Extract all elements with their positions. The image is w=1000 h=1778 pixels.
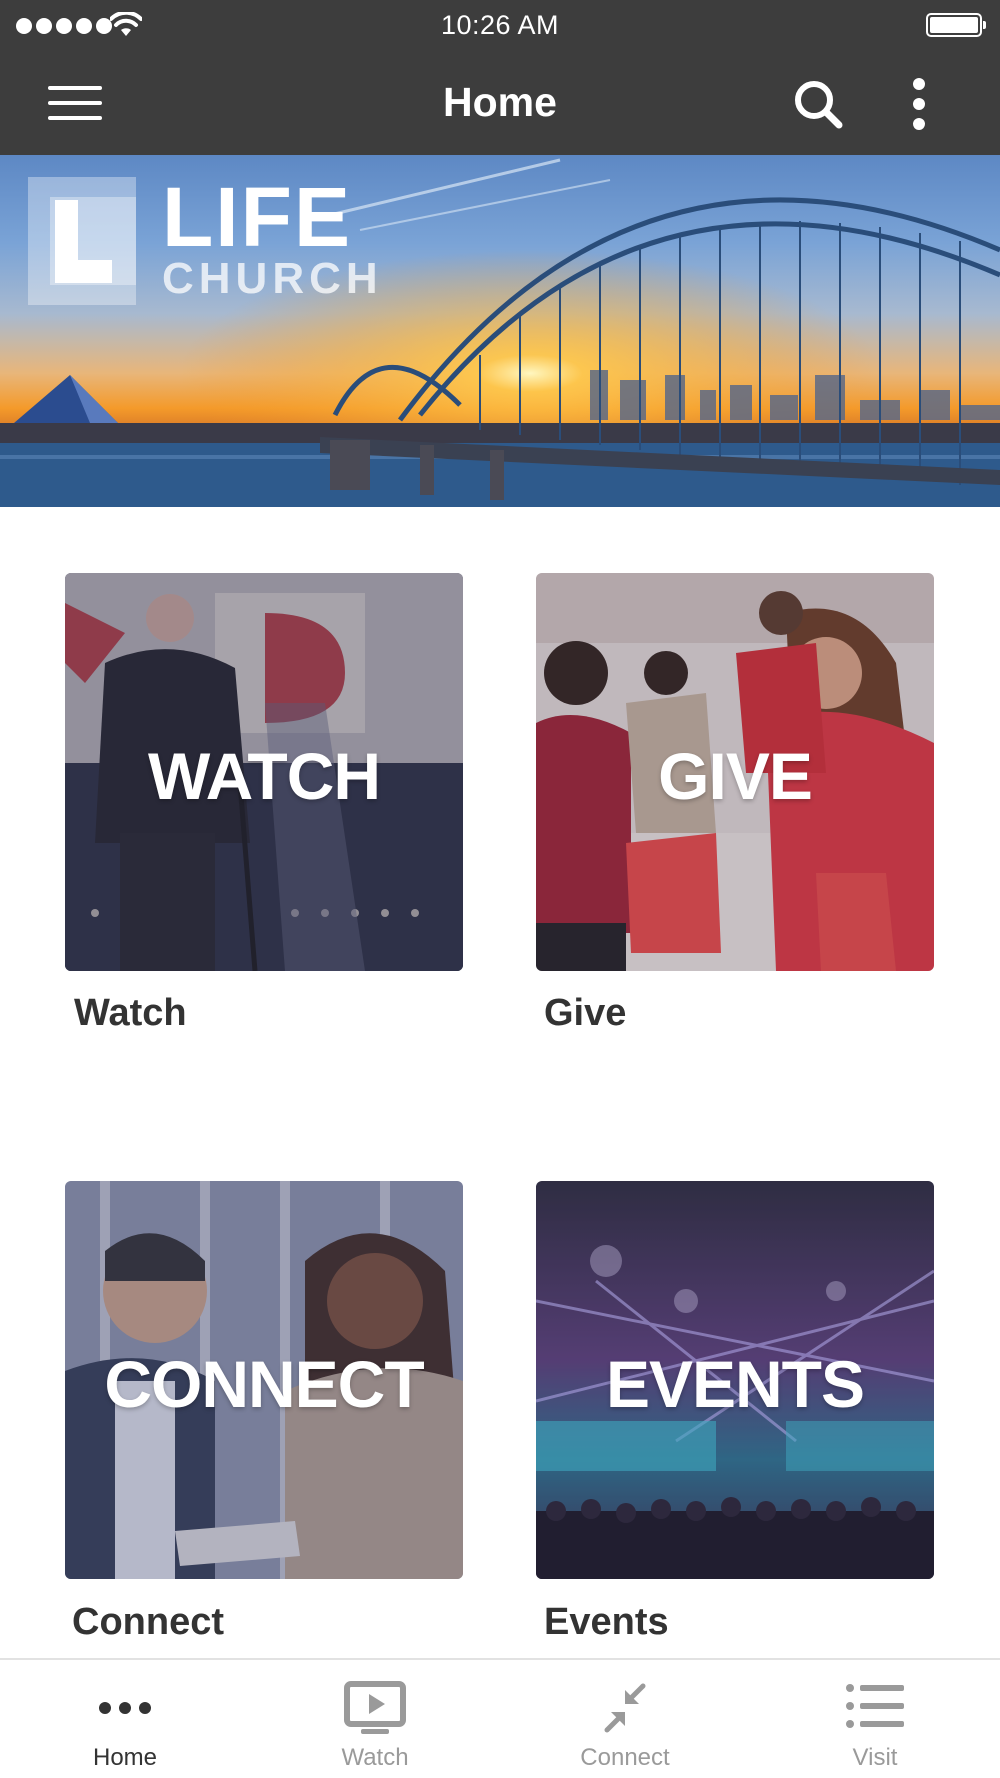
watch-tile-label[interactable]: Watch (74, 992, 187, 1035)
give-tile[interactable]: GIVE (536, 573, 934, 971)
tab-connect[interactable]: Connect (500, 1660, 750, 1778)
tab-bar: Home Watch Connect Visit (0, 1658, 1000, 1778)
compress-arrows-icon (604, 1683, 646, 1733)
events-tile[interactable]: EVENTS (536, 1181, 934, 1579)
tab-home-label: Home (92, 1744, 158, 1771)
more-options-icon[interactable] (905, 76, 933, 132)
status-bar: 10:26 AM (0, 0, 1000, 52)
tab-home[interactable]: Home (0, 1660, 250, 1778)
nav-bar: Home (0, 52, 1000, 155)
give-tile-title: GIVE (658, 739, 813, 813)
tab-watch[interactable]: Watch (250, 1660, 500, 1778)
status-time: 10:26 AM (440, 10, 560, 40)
connect-tile-title: CONNECT (104, 1347, 424, 1421)
list-icon (846, 1684, 904, 1728)
connect-tile-label[interactable]: Connect (72, 1601, 224, 1644)
hero-banner: LIFE CHURCH (0, 155, 1000, 507)
logo-text-church: CHURCH (162, 254, 383, 303)
page-title: Home (443, 79, 557, 125)
events-tile-label[interactable]: Events (544, 1601, 669, 1644)
tab-visit-label: Visit (852, 1744, 898, 1771)
watch-tile[interactable]: WATCH (65, 573, 463, 971)
tv-play-icon (344, 1681, 406, 1734)
tab-visit[interactable]: Visit (750, 1660, 1000, 1778)
tab-connect-label: Connect (580, 1744, 670, 1771)
ellipsis-icon (99, 1702, 151, 1714)
battery-icon (926, 13, 986, 37)
hero-image (0, 155, 1000, 507)
connect-tile[interactable]: CONNECT (65, 1181, 463, 1579)
logo-text-life: LIFE (162, 170, 352, 264)
tab-watch-label: Watch (341, 1744, 409, 1771)
events-tile-title: EVENTS (605, 1347, 865, 1421)
watch-tile-title: WATCH (147, 739, 381, 813)
give-tile-label[interactable]: Give (544, 992, 626, 1035)
search-icon[interactable] (792, 78, 844, 130)
